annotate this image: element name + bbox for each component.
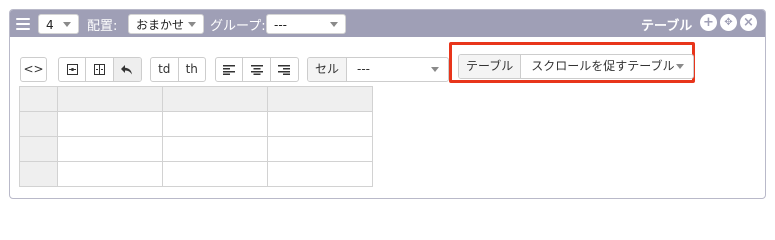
align-group <box>215 57 299 82</box>
split-cells-icon[interactable] <box>85 58 112 81</box>
header-table-label: テーブル <box>641 19 693 34</box>
level-value: 4 <box>46 18 54 32</box>
table-grid <box>19 86 373 187</box>
placement-label: 配置: <box>87 19 118 34</box>
table-cell[interactable] <box>162 161 268 187</box>
column-header[interactable] <box>162 86 268 112</box>
align-right-icon[interactable] <box>269 58 298 81</box>
cell-type-group: td th <box>150 57 206 82</box>
table-editor: 4 配置: おまかせ グループ: --- テーブル + ✥ × <> td th… <box>9 9 766 199</box>
table-cell[interactable] <box>267 111 373 137</box>
table-cell[interactable] <box>267 136 373 162</box>
group-label: グループ: <box>210 19 266 34</box>
chevron-down-icon <box>188 22 196 27</box>
merge-cells-icon[interactable] <box>59 58 85 81</box>
td-button[interactable]: td <box>151 58 178 81</box>
row-header[interactable] <box>19 136 58 162</box>
cell-select-label: セル <box>308 58 348 81</box>
placement-value: おまかせ <box>136 18 185 32</box>
table-select-label: テーブル <box>459 55 522 78</box>
row-header[interactable] <box>19 111 58 137</box>
group-value: --- <box>274 18 287 32</box>
editor-header: 4 配置: おまかせ グループ: --- テーブル + ✥ × <box>10 10 765 37</box>
chevron-down-icon <box>330 22 338 27</box>
table-style-select[interactable]: テーブル スクロールを促すテーブル <box>458 54 694 79</box>
table-cell[interactable] <box>57 111 163 137</box>
level-select[interactable]: 4 <box>38 14 79 34</box>
placement-select[interactable]: おまかせ <box>128 14 204 34</box>
chevron-down-icon <box>431 67 439 72</box>
row-header[interactable] <box>19 161 58 187</box>
table-cell[interactable] <box>162 136 268 162</box>
align-left-icon[interactable] <box>216 58 242 81</box>
plus-circle-icon[interactable]: + <box>700 14 717 31</box>
table-cell[interactable] <box>162 111 268 137</box>
source-button[interactable]: <> <box>20 57 47 82</box>
th-button[interactable]: th <box>177 58 206 81</box>
undo-icon[interactable] <box>112 58 141 81</box>
move-circle-icon[interactable]: ✥ <box>720 14 737 31</box>
chevron-down-icon <box>676 64 684 69</box>
align-center-icon[interactable] <box>242 58 269 81</box>
group-select[interactable]: --- <box>266 14 346 34</box>
column-header[interactable] <box>267 86 373 112</box>
table-cell[interactable] <box>57 161 163 187</box>
column-header[interactable] <box>57 86 163 112</box>
corner-cell[interactable] <box>19 86 58 112</box>
cell-select[interactable]: セル --- <box>307 57 449 82</box>
chevron-down-icon <box>63 22 71 27</box>
table-cell[interactable] <box>57 136 163 162</box>
hamburger-icon[interactable] <box>16 18 30 30</box>
table-cell[interactable] <box>267 161 373 187</box>
close-circle-icon[interactable]: × <box>740 14 757 31</box>
table-select-value: スクロールを促すテーブル <box>531 59 675 73</box>
header-icons: + ✥ × <box>700 14 757 31</box>
merge-group <box>58 57 142 82</box>
